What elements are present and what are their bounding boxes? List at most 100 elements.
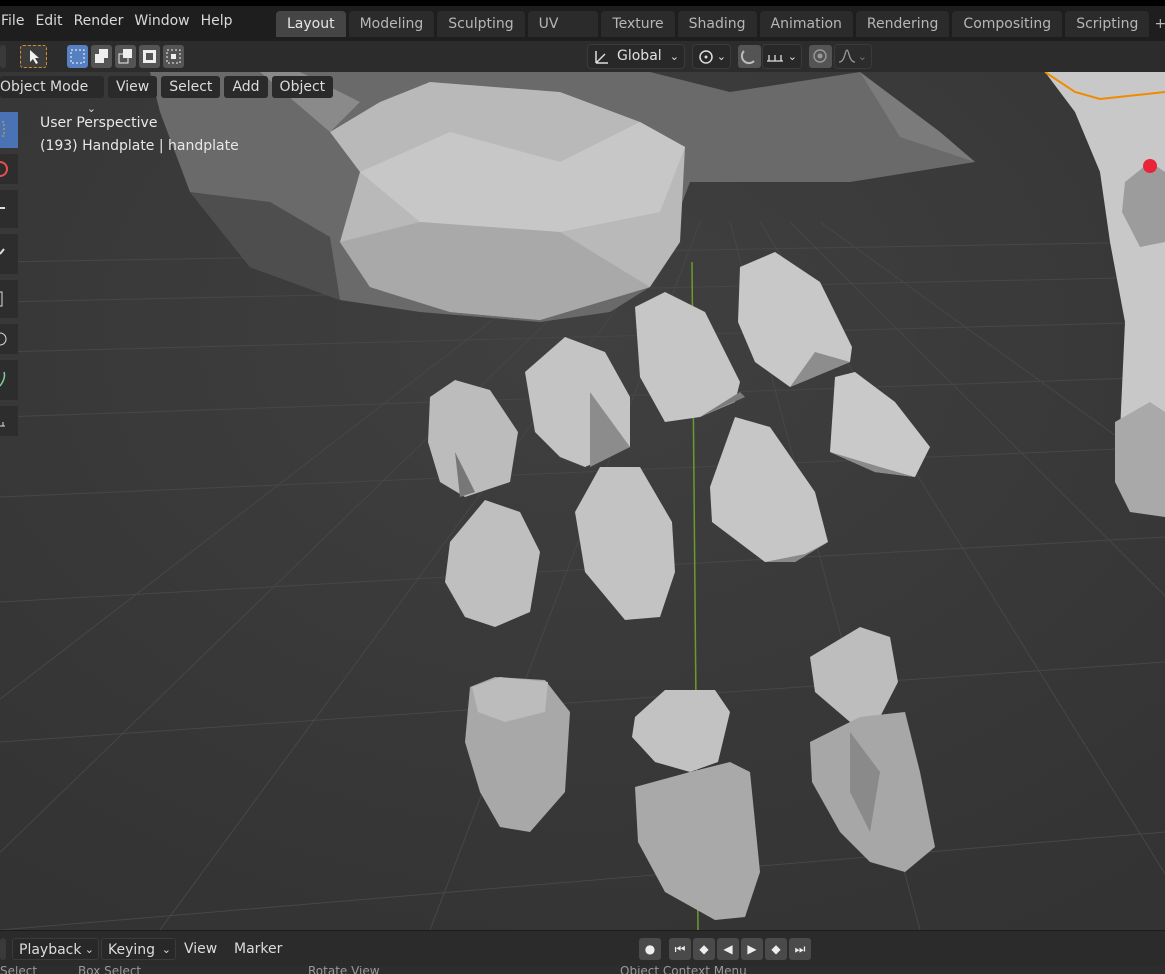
keying-dropdown[interactable]: Keying ⌄ (101, 938, 176, 960)
prev-keyframe-icon: ◆ (699, 942, 709, 956)
move-icon (0, 207, 5, 209)
cursor-tool[interactable] (0, 154, 18, 184)
proportional-edit-button[interactable] (809, 45, 832, 68)
select-new-icon (70, 49, 85, 64)
add-workspace-button[interactable]: + (1152, 11, 1165, 37)
select-mode-new-button[interactable] (67, 45, 88, 68)
view-name-label: User Perspective (40, 115, 158, 131)
orientation-icon (595, 51, 608, 64)
select-subtract-icon (118, 49, 132, 64)
proportional-edit-icon (813, 49, 827, 63)
viewport-menu-object[interactable]: Object (271, 76, 334, 98)
viewport-menu-view[interactable]: View (108, 76, 158, 98)
timeline-header: Playback ⌄ Keying ⌄ View Marker ● ⏮ ◆ ◀ … (0, 930, 1165, 967)
jump-start-icon: ⏮ (674, 941, 686, 956)
object-mode-label: Object Mode (0, 79, 89, 95)
status-context-menu: Object Context Menu (620, 966, 747, 974)
play-icon: ▶ (747, 942, 757, 956)
transform-orientation-dropdown[interactable]: Global ⌄ (587, 44, 685, 69)
chevron-down-icon: ⌄ (84, 943, 94, 956)
record-button[interactable]: ● (639, 938, 661, 960)
3d-cursor-icon (0, 161, 8, 177)
playback-controls: ● ⏮ ◆ ◀ ▶ ◆ ⏭ (639, 938, 811, 960)
tab-scripting[interactable]: Scripting (1065, 11, 1150, 37)
jump-end-icon: ⏭ (794, 941, 806, 956)
object-info-label: (193) Handplate | handplate (40, 138, 239, 154)
playback-label: Playback (19, 942, 82, 958)
select-mode-intersect-button[interactable] (163, 45, 184, 68)
bone-marker (1143, 159, 1157, 173)
next-keyframe-button[interactable]: ◆ (765, 938, 787, 960)
menu-window[interactable]: Window (134, 13, 200, 29)
status-rotate-view: Rotate View (308, 966, 380, 974)
3d-viewport[interactable] (0, 72, 1165, 930)
select-mode-subtract-button[interactable] (115, 45, 136, 68)
viewport-scene[interactable] (0, 72, 1165, 930)
playback-dropdown[interactable]: Playback ⌄ (12, 938, 99, 960)
chevron-down-icon: ⌄ (787, 50, 797, 63)
select-intersect-icon (166, 49, 181, 64)
falloff-dropdown[interactable]: ⌄ (834, 44, 872, 69)
chevron-down-icon: ⌄ (669, 50, 679, 63)
rotate-tool[interactable] (0, 234, 18, 274)
chevron-down-icon: ⌄ (716, 50, 726, 63)
magnet-icon (740, 50, 755, 65)
prev-keyframe-button[interactable]: ◆ (693, 938, 715, 960)
measure-tool[interactable] (0, 406, 18, 436)
viewport-header: Object Mode ⌄ View Select Add Object (0, 76, 334, 115)
object-mode-dropdown[interactable]: Object Mode ⌄ (0, 76, 104, 115)
select-invert-icon (143, 50, 156, 63)
select-mode-extend-button[interactable] (91, 45, 112, 68)
scale-tool[interactable] (0, 280, 18, 318)
annotate-tool[interactable] (0, 360, 18, 400)
play-reverse-button[interactable]: ◀ (717, 938, 739, 960)
play-button[interactable]: ▶ (741, 938, 763, 960)
tool-header: Global ⌄ ⌄ ⌄ ⌄ (0, 41, 1165, 72)
snap-toggle-button[interactable] (738, 45, 761, 68)
select-box-tool[interactable] (0, 112, 18, 148)
select-extend-icon (95, 49, 108, 63)
snap-target-dropdown[interactable]: ⌄ (762, 44, 802, 69)
menu-file[interactable]: File (0, 13, 35, 29)
pivot-icon (699, 50, 713, 64)
rotate-icon (0, 248, 5, 255)
tab-texture-paint[interactable]: Texture Paint (601, 11, 675, 58)
viewport-menu-add[interactable]: Add (224, 76, 268, 98)
tab-animation[interactable]: Animation (759, 11, 853, 37)
move-tool[interactable] (0, 190, 18, 228)
transform-tool[interactable] (0, 324, 18, 354)
tool-dropdown-button[interactable] (0, 45, 6, 68)
tab-layout[interactable]: Layout (276, 11, 346, 37)
falloff-curve-icon (838, 49, 856, 63)
main-menu: File Edit Render Window Help (0, 13, 244, 29)
status-box-select: Box Select (78, 966, 142, 974)
record-icon: ● (644, 942, 656, 956)
transform-orientation-label: Global (617, 48, 662, 64)
tab-shading[interactable]: Shading (677, 11, 757, 37)
tab-rendering[interactable]: Rendering (855, 11, 950, 37)
ruler-icon (0, 422, 5, 427)
tab-modeling[interactable]: Modeling (348, 11, 435, 37)
scale-icon (0, 291, 3, 307)
viewport-menu-select[interactable]: Select (161, 76, 221, 98)
timeline-menu-marker[interactable]: Marker (228, 938, 289, 960)
tab-compositing[interactable]: Compositing (952, 11, 1063, 37)
chevron-down-icon: ⌄ (161, 943, 171, 956)
jump-start-button[interactable]: ⏮ (669, 938, 691, 960)
jump-end-button[interactable]: ⏭ (789, 938, 811, 960)
select-mode-invert-button[interactable] (139, 45, 160, 68)
menu-help[interactable]: Help (201, 13, 244, 29)
menu-edit[interactable]: Edit (35, 13, 73, 29)
cursor-icon (30, 50, 39, 64)
editor-type-button[interactable] (0, 938, 6, 960)
keying-label: Keying (108, 942, 156, 958)
status-bar: Select Box Select Rotate View Object Con… (0, 966, 1165, 974)
menu-render[interactable]: Render (74, 13, 135, 29)
timeline-menu-view[interactable]: View (178, 938, 224, 960)
pivot-point-dropdown[interactable]: ⌄ (692, 44, 731, 69)
tab-sculpting[interactable]: Sculpting (437, 11, 525, 37)
annotate-icon (0, 371, 6, 387)
select-tool-button[interactable] (20, 45, 47, 68)
tab-uv-editing[interactable]: UV Editing (527, 11, 599, 58)
play-reverse-icon: ◀ (723, 942, 733, 956)
